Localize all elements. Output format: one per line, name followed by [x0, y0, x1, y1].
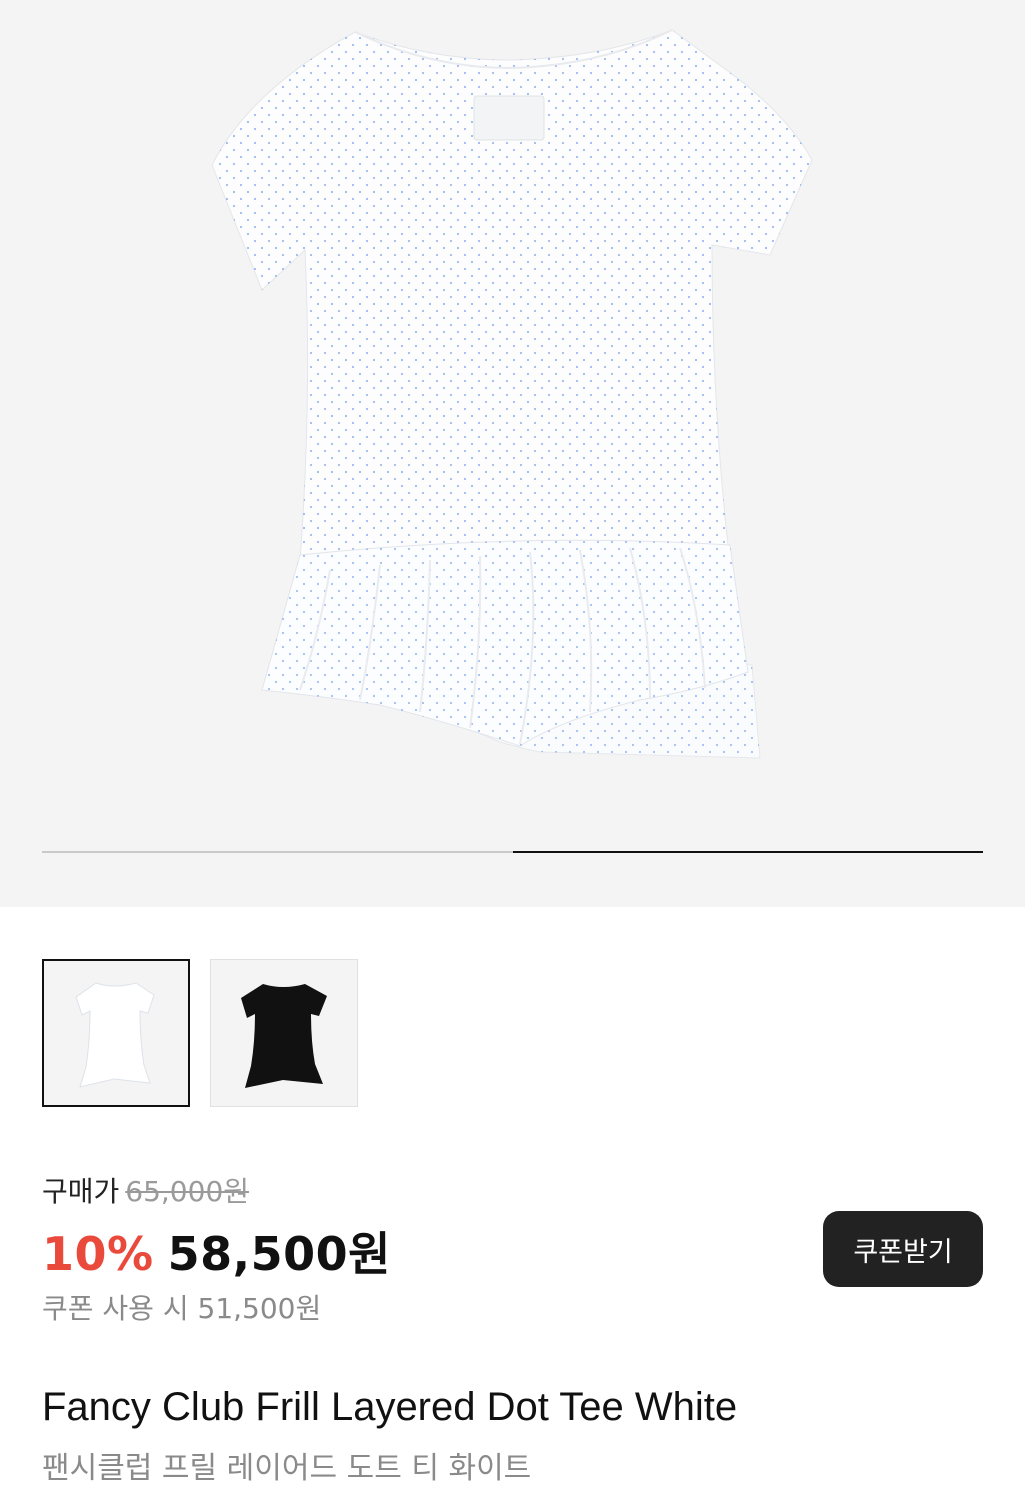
gallery-progress-track	[42, 851, 983, 853]
product-image	[211, 29, 813, 759]
discount-rate: 10%	[42, 1227, 154, 1281]
white-tee-thumbnail-image	[75, 982, 155, 1088]
product-image-gallery[interactable]	[0, 0, 1025, 907]
gallery-progress-fill	[512, 851, 983, 853]
coupon-price-text: 쿠폰 사용 시 51,500원	[42, 1292, 322, 1325]
product-title-ko: 팬시클럽 프릴 레이어드 도트 티 화이트	[42, 1451, 532, 1486]
sale-price-row: 10% 58,500원	[42, 1218, 391, 1284]
price-label-text: 구매가	[42, 1175, 120, 1208]
original-price: 65,000원	[125, 1175, 250, 1208]
thumbnail-black-tee[interactable]	[210, 959, 358, 1107]
get-coupon-button[interactable]: 쿠폰받기	[823, 1211, 983, 1287]
sale-price: 58,500원	[167, 1227, 391, 1281]
thumbnail-white-tee[interactable]	[42, 959, 190, 1107]
purchase-price-label: 구매가 65,000원	[42, 1170, 249, 1210]
product-title-en: Fancy Club Frill Layered Dot Tee White	[42, 1385, 738, 1429]
black-tee-thumbnail-image	[241, 984, 327, 1088]
